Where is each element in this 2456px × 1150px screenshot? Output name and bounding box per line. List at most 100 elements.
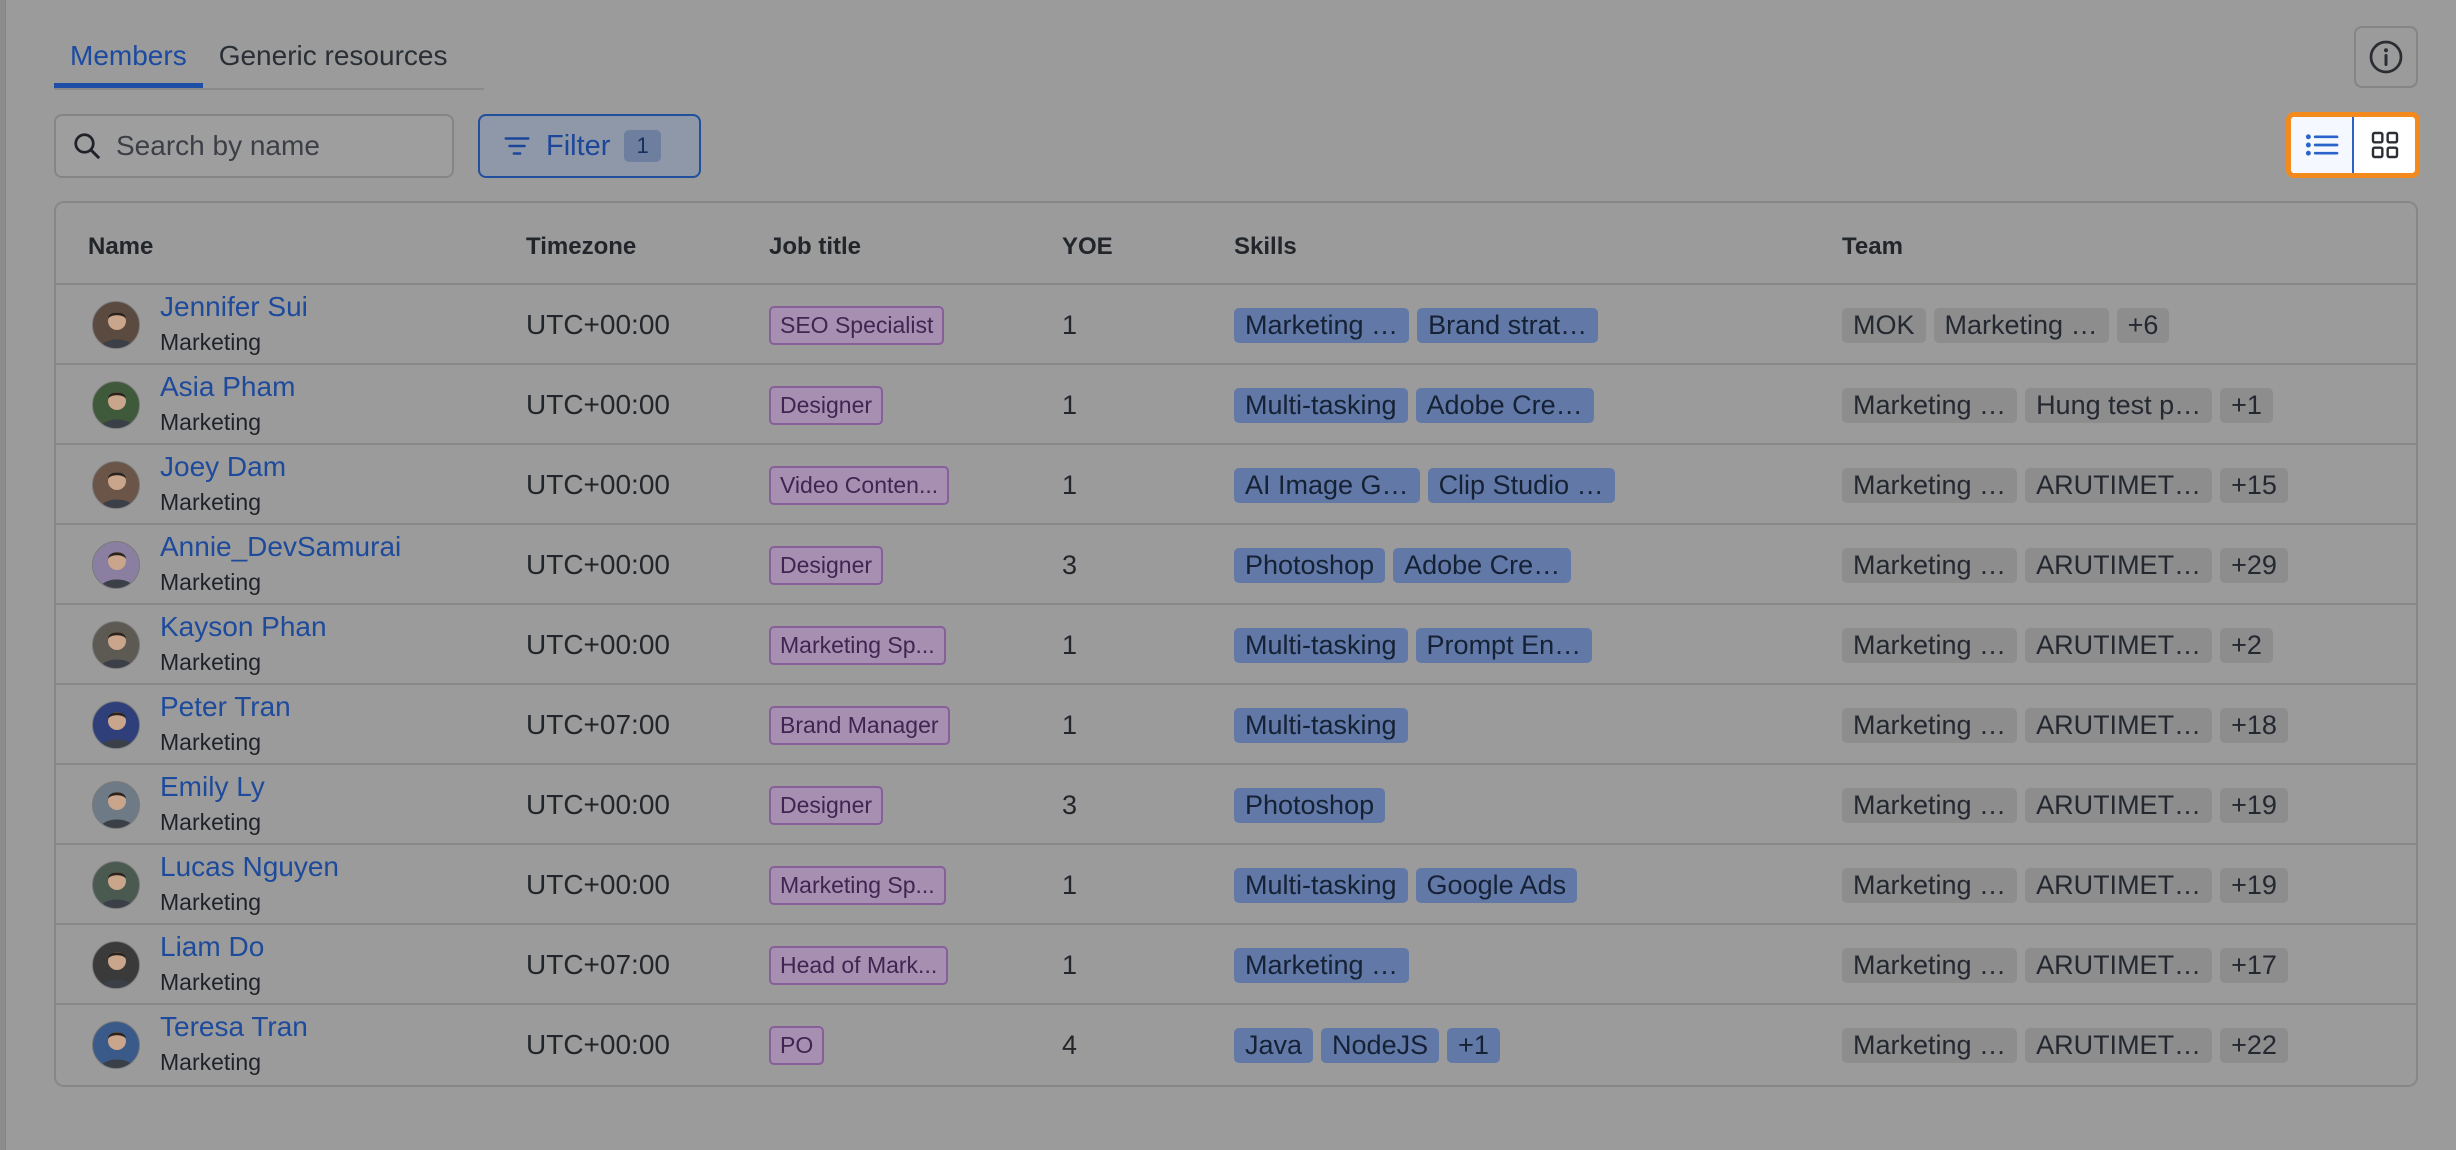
yoe-value: 1 [1062, 629, 1078, 660]
yoe-value: 1 [1062, 309, 1078, 340]
filter-count-badge: 1 [624, 130, 661, 162]
job-title-tag: PO [769, 1025, 825, 1065]
skill-tag: Prompt En… [1415, 627, 1593, 663]
avatar [92, 1021, 140, 1069]
table-row[interactable]: Lucas Nguyen Marketing UTC+00:00 Marketing … [56, 845, 2416, 925]
column-header-timezone[interactable]: Timezone [526, 233, 636, 261]
yoe-value: 1 [1062, 389, 1078, 420]
timezone-value: UTC+00:00 [526, 789, 670, 820]
member-name-link[interactable]: Asia Pham [160, 371, 295, 403]
avatar-photo-icon [99, 712, 135, 748]
team-tag: ARUTIMET… [2025, 947, 2213, 983]
timezone-value: UTC+00:00 [526, 1029, 670, 1060]
tab-generic-resources[interactable]: Generic resources [203, 30, 464, 88]
table-row[interactable]: Kayson Phan Marketing UTC+00:00 Marketing S… [56, 605, 2416, 685]
team-tag: Marketing … [1842, 1027, 2018, 1063]
team-tag: Marketing … [1842, 947, 2018, 983]
member-name-link[interactable]: Peter Tran [160, 691, 291, 723]
skill-tag: Clip Studio … [1427, 467, 1615, 503]
skill-tag: Photoshop [1234, 787, 1386, 823]
table-row[interactable]: Asia Pham Marketing UTC+00:00 Designer 1 Mult… [56, 365, 2416, 445]
yoe-value: 3 [1062, 549, 1078, 580]
timezone-value: UTC+07:00 [526, 949, 670, 980]
skill-tag: Multi-tasking [1234, 387, 1408, 423]
member-name-link[interactable]: Annie_DevSamurai [160, 531, 401, 563]
filter-label: Filter [546, 129, 611, 162]
yoe-value: 1 [1062, 869, 1078, 900]
member-name-link[interactable]: Joey Dam [160, 451, 286, 483]
grid-view-button[interactable] [2354, 117, 2415, 173]
yoe-value: 4 [1062, 1029, 1078, 1060]
team-tag: Marketing … [1842, 547, 2018, 583]
column-header-skills[interactable]: Skills [1234, 233, 1297, 261]
team-tag: +19 [2220, 867, 2288, 903]
member-name-link[interactable]: Lucas Nguyen [160, 851, 339, 883]
team-tag: Marketing … [1933, 307, 2109, 343]
skill-tag: AI Image G… [1234, 467, 1420, 503]
yoe-value: 3 [1062, 789, 1078, 820]
avatar-photo-icon [99, 552, 135, 588]
member-name-link[interactable]: Teresa Tran [160, 1011, 308, 1043]
team-tag: ARUTIMET… [2025, 867, 2213, 903]
table-row[interactable]: Jennifer Sui Marketing UTC+00:00 SEO Specia… [56, 285, 2416, 365]
team-tag: MOK [1842, 307, 1926, 343]
timezone-value: UTC+00:00 [526, 549, 670, 580]
avatar [92, 381, 140, 429]
skill-tag: +1 [1447, 1027, 1500, 1063]
table-row[interactable]: Liam Do Marketing UTC+07:00 Head of Mark...… [56, 925, 2416, 1005]
table-row[interactable]: Emily Ly Marketing UTC+00:00 Designer 3 Photo… [56, 765, 2416, 845]
member-name-link[interactable]: Kayson Phan [160, 611, 327, 643]
team-tag: +17 [2220, 947, 2288, 983]
team-tag: Marketing … [1842, 387, 2018, 423]
team-tag: +19 [2220, 787, 2288, 823]
column-header-job-title[interactable]: Job title [769, 233, 861, 261]
team-tag: ARUTIMET… [2025, 707, 2213, 743]
table-row[interactable]: Teresa Tran Marketing UTC+00:00 PO 4 Java Node… [56, 1005, 2416, 1085]
avatar [92, 461, 140, 509]
search-box [54, 114, 454, 178]
table-row[interactable]: Annie_DevSamurai Marketing UTC+00:00 Design… [56, 525, 2416, 605]
avatar [92, 301, 140, 349]
team-tag: +6 [2116, 307, 2170, 343]
yoe-value: 1 [1062, 709, 1078, 740]
table-body: Jennifer Sui Marketing UTC+00:00 SEO Specia… [56, 285, 2416, 1085]
left-border [0, 0, 6, 1150]
info-icon [2369, 40, 2403, 74]
team-tag: +1 [2220, 387, 2273, 423]
column-header-team[interactable]: Team [1842, 233, 1903, 261]
avatar [92, 941, 140, 989]
job-title-tag: Marketing Sp... [769, 625, 946, 665]
table-row[interactable]: Joey Dam Marketing UTC+00:00 Video Conten..… [56, 445, 2416, 525]
filter-button[interactable]: Filter 1 [478, 114, 701, 178]
avatar-photo-icon [99, 792, 135, 828]
column-header-yoe[interactable]: YOE [1062, 233, 1113, 261]
skill-tag: Marketing … [1234, 307, 1410, 343]
skill-tag: Java [1234, 1027, 1314, 1063]
member-department: Marketing [160, 409, 261, 435]
avatar-photo-icon [99, 1032, 135, 1068]
list-view-button[interactable] [2291, 117, 2354, 173]
member-name-link[interactable]: Jennifer Sui [160, 291, 308, 323]
tab-members[interactable]: Members [54, 30, 203, 88]
team-tag: ARUTIMET… [2025, 467, 2213, 503]
member-name-link[interactable]: Emily Ly [160, 771, 265, 803]
table-row[interactable]: Peter Tran Marketing UTC+07:00 Brand Manage… [56, 685, 2416, 765]
timezone-value: UTC+00:00 [526, 869, 670, 900]
search-input[interactable] [116, 130, 436, 162]
tab-bar: Members Generic resources [54, 30, 484, 90]
member-department: Marketing [160, 729, 261, 755]
member-department: Marketing [160, 1049, 261, 1075]
info-button[interactable] [2354, 26, 2418, 88]
avatar-photo-icon [99, 872, 135, 908]
skill-tag: Brand strat… [1417, 307, 1599, 343]
skill-tag: Adobe Cre… [1415, 387, 1594, 423]
avatar-photo-icon [99, 392, 135, 428]
member-name-link[interactable]: Liam Do [160, 931, 264, 963]
team-tag: Marketing … [1842, 467, 2018, 503]
team-tag: +22 [2220, 1027, 2288, 1063]
skill-tag: Marketing … [1234, 947, 1410, 983]
team-tag: +29 [2220, 547, 2288, 583]
member-department: Marketing [160, 329, 261, 355]
column-header-name[interactable]: Name [88, 233, 153, 261]
member-department: Marketing [160, 809, 261, 835]
